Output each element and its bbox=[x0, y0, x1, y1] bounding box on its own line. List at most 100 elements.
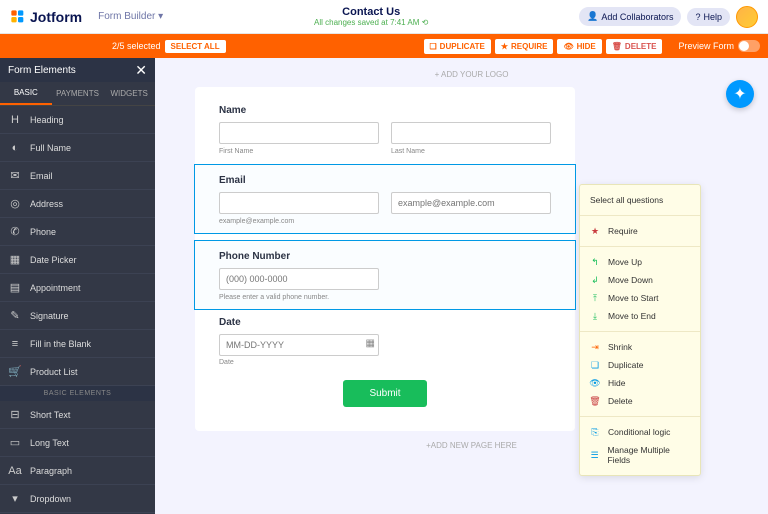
date-input[interactable] bbox=[219, 334, 379, 356]
form-container: Name First Name Last Name Email example@… bbox=[195, 87, 575, 431]
magic-fab[interactable]: ✦ bbox=[726, 80, 754, 108]
name-label: Name bbox=[219, 105, 551, 116]
ctx-select-all[interactable]: Select all questions bbox=[580, 191, 700, 209]
sidebar-item-label: Dropdown bbox=[30, 494, 71, 504]
shrink-icon: ⇥ bbox=[590, 342, 600, 352]
selection-count: 2/5 selected bbox=[112, 41, 161, 51]
element-icon: ▦ bbox=[8, 253, 22, 266]
ctx-move-down[interactable]: ↲Move Down bbox=[580, 271, 700, 289]
element-icon: ▾ bbox=[8, 492, 22, 505]
person-icon: 👤 bbox=[587, 11, 598, 22]
sidebar-item-label: Heading bbox=[30, 115, 64, 125]
ctx-duplicate[interactable]: ❏Duplicate bbox=[580, 356, 700, 374]
tab-basic[interactable]: BASIC bbox=[0, 82, 52, 105]
help-button[interactable]: ?Help bbox=[687, 8, 730, 26]
form-builder-dropdown[interactable]: Form Builder ▾ bbox=[98, 11, 163, 22]
brand-text: Jotform bbox=[30, 9, 82, 25]
email-field-selected[interactable]: Email example@example.com bbox=[195, 165, 575, 233]
sidebar-item-signature[interactable]: ✎ Signature bbox=[0, 302, 155, 330]
element-icon: ≡ bbox=[8, 338, 22, 350]
sidebar-item-label: Paragraph bbox=[30, 466, 72, 476]
selection-bar: 2/5 selected SELECT ALL ❏DUPLICATE ★REQU… bbox=[0, 34, 768, 58]
logo[interactable]: Jotform bbox=[10, 9, 82, 25]
sidebar-item-label: Full Name bbox=[30, 143, 71, 153]
element-icon: ✉ bbox=[8, 169, 22, 182]
element-icon: ✆ bbox=[8, 225, 22, 238]
sidebar-item-long-text[interactable]: ▭Long Text bbox=[0, 429, 155, 457]
context-menu: Select all questions ★Require ↰Move Up ↲… bbox=[579, 184, 701, 476]
sidebar-item-fill-in-the-blank[interactable]: ≡ Fill in the Blank bbox=[0, 330, 155, 358]
sidebar-item-dropdown[interactable]: ▾ Dropdown bbox=[0, 485, 155, 513]
submit-button[interactable]: Submit bbox=[343, 380, 426, 407]
to-start-icon: ⤒ bbox=[590, 293, 600, 303]
require-button[interactable]: ★REQUIRE bbox=[495, 39, 554, 54]
sidebar-item-label: Signature bbox=[30, 311, 69, 321]
to-end-icon: ⤓ bbox=[590, 311, 600, 321]
duplicate-button[interactable]: ❏DUPLICATE bbox=[424, 39, 491, 54]
add-logo-button[interactable]: + ADD YOUR LOGO bbox=[195, 70, 748, 79]
phone-field-selected[interactable]: Phone Number Please enter a valid phone … bbox=[195, 241, 575, 309]
ctx-hide[interactable]: 👁Hide bbox=[580, 374, 700, 392]
sidebar-item-phone[interactable]: ✆Phone bbox=[0, 218, 155, 246]
ctx-require[interactable]: ★Require bbox=[580, 222, 700, 240]
element-icon: ◎ bbox=[8, 197, 22, 210]
ctx-manage-multiple[interactable]: ☰Manage Multiple Fields bbox=[580, 441, 700, 469]
sidebar-item-label: Product List bbox=[30, 367, 78, 377]
trash-icon: 🗑 bbox=[590, 396, 600, 406]
last-name-input[interactable] bbox=[391, 122, 551, 144]
phone-label: Phone Number bbox=[219, 251, 551, 262]
delete-button[interactable]: 🗑DELETE bbox=[606, 39, 663, 54]
sidebar-item-email[interactable]: ✉ Email bbox=[0, 162, 155, 190]
last-name-sublabel: Last Name bbox=[391, 148, 551, 155]
tab-payments[interactable]: PAYMENTS bbox=[52, 82, 104, 105]
sidebar-item-date-picker[interactable]: ▦Date Picker bbox=[0, 246, 155, 274]
element-icon: ✎ bbox=[8, 309, 22, 322]
ctx-move-start[interactable]: ⤒Move to Start bbox=[580, 289, 700, 307]
ctx-move-end[interactable]: ⤓Move to End bbox=[580, 307, 700, 325]
list-icon: ☰ bbox=[590, 450, 599, 460]
sidebar: Form Elements ✕ BASIC PAYMENTS WIDGETS H… bbox=[0, 58, 155, 514]
sidebar-item-address[interactable]: ◎Address bbox=[0, 190, 155, 218]
sidebar-item-heading[interactable]: HHeading bbox=[0, 106, 155, 134]
hide-button[interactable]: 👁HIDE bbox=[557, 39, 601, 54]
duplicate-icon: ❏ bbox=[430, 42, 437, 51]
ctx-move-up[interactable]: ↰Move Up bbox=[580, 253, 700, 271]
sidebar-item-appointment[interactable]: ▤Appointment bbox=[0, 274, 155, 302]
ctx-conditional[interactable]: ⎘Conditional logic bbox=[580, 423, 700, 441]
email-input[interactable] bbox=[219, 192, 379, 214]
trash-icon: 🗑 bbox=[612, 42, 622, 51]
element-icon: Aa bbox=[8, 465, 22, 477]
email-label: Email bbox=[219, 175, 551, 186]
element-icon: ◐ bbox=[8, 142, 22, 154]
saved-status: All changes saved at 7:41 AM ⟲ bbox=[163, 18, 579, 27]
arrow-up-icon: ↰ bbox=[590, 257, 600, 267]
sidebar-title: Form Elements bbox=[8, 65, 76, 76]
phone-input[interactable] bbox=[219, 268, 379, 290]
sidebar-item-label: Long Text bbox=[30, 438, 69, 448]
ctx-shrink[interactable]: ⇥Shrink bbox=[580, 338, 700, 356]
tab-widgets[interactable]: WIDGETS bbox=[103, 82, 155, 105]
sidebar-item-full-name[interactable]: ◐ Full Name bbox=[0, 134, 155, 162]
date-label: Date bbox=[219, 317, 551, 328]
star-icon: ★ bbox=[590, 226, 600, 236]
ctx-delete[interactable]: 🗑Delete bbox=[580, 392, 700, 410]
avatar[interactable] bbox=[736, 6, 758, 28]
element-icon: 🛒 bbox=[8, 365, 22, 378]
sidebar-item-short-text[interactable]: ⊟Short Text bbox=[0, 401, 155, 429]
select-all-button[interactable]: SELECT ALL bbox=[165, 40, 226, 53]
calendar-icon[interactable]: ▦ bbox=[366, 338, 375, 349]
sidebar-item-label: Email bbox=[30, 171, 53, 181]
add-collaborators-button[interactable]: 👤Add Collaborators bbox=[579, 7, 681, 26]
form-canvas: ✦ + ADD YOUR LOGO Name First Name Last N… bbox=[155, 58, 768, 514]
sidebar-item-product-list[interactable]: 🛒 Product List bbox=[0, 358, 155, 386]
page-title: Contact Us bbox=[163, 6, 579, 18]
eye-icon: 👁 bbox=[563, 42, 573, 51]
first-name-input[interactable] bbox=[219, 122, 379, 144]
sidebar-item-label: Fill in the Blank bbox=[30, 339, 91, 349]
confirm-email-input[interactable] bbox=[391, 192, 551, 214]
sidebar-item-paragraph[interactable]: Aa Paragraph bbox=[0, 457, 155, 485]
date-sublabel: Date bbox=[219, 359, 551, 366]
hide-icon: 👁 bbox=[590, 378, 600, 388]
close-icon[interactable]: ✕ bbox=[135, 62, 147, 79]
preview-toggle[interactable]: Preview Form bbox=[678, 40, 760, 52]
